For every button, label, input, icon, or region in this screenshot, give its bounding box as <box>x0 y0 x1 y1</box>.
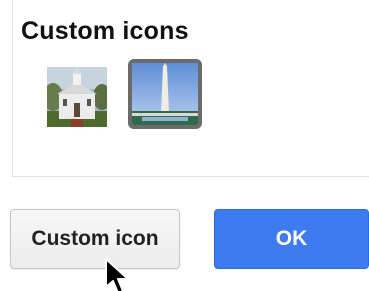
ok-button[interactable]: OK <box>214 209 369 269</box>
monument-icon <box>132 63 198 125</box>
monument-icon-thumbnail-selected[interactable] <box>128 59 202 129</box>
custom-icon-button[interactable]: Custom icon <box>10 209 180 269</box>
section-title: Custom icons <box>21 17 189 45</box>
church-icon-thumbnail[interactable] <box>47 67 107 127</box>
custom-icons-dialog: Custom icons Custom icon OK <box>0 0 369 291</box>
mouse-pointer-icon <box>105 258 129 291</box>
church-icon <box>47 67 107 127</box>
